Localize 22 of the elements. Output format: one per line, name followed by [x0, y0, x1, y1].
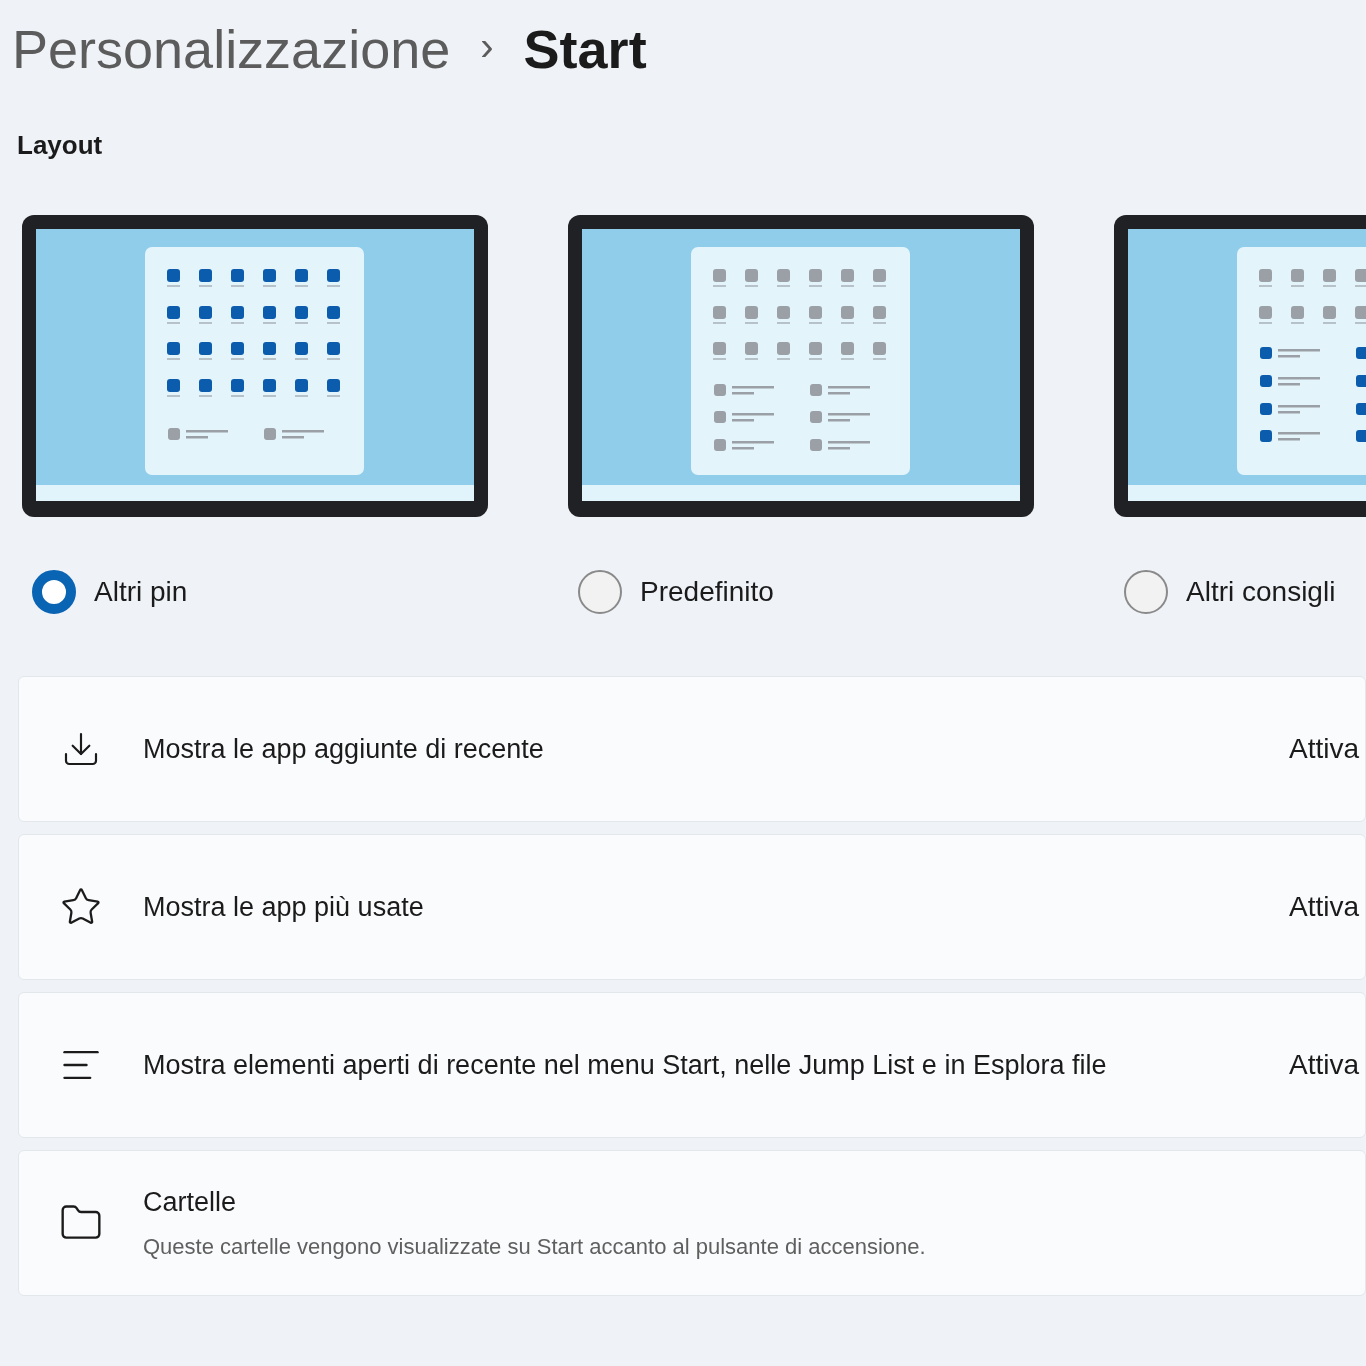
radio-label: Altri pin	[94, 575, 188, 609]
settings-card[interactable]: Cartelle Queste cartelle vengono visualizzate su Start accanto al pulsante di accensione.	[18, 1150, 1366, 1296]
setting-title: Mostra le app aggiunte di recente	[143, 732, 545, 766]
page-title: Start	[523, 17, 647, 81]
radio-button[interactable]	[32, 570, 76, 614]
section-title: Layout	[17, 129, 103, 162]
radio-button[interactable]	[1124, 570, 1168, 614]
setting-status: Attiva	[1288, 732, 1360, 766]
breadcrumb-separator: ›	[480, 23, 494, 70]
setting-title: Mostra le app più usate	[143, 890, 425, 924]
setting-title: Cartelle	[143, 1186, 238, 1219]
settings-card[interactable]: Mostra le app più usate Attiva	[18, 834, 1366, 980]
settings-card[interactable]: Mostra elementi aperti di recente nel menu Start, nelle Jump List e in Esplora file Attiva	[18, 992, 1366, 1138]
setting-description: Queste cartelle vengono visualizzate su Start accanto al pulsante di accensione.	[143, 1233, 927, 1261]
breadcrumb-parent[interactable]: Personalizzazione	[12, 8, 451, 90]
radio-label: Predefinito	[640, 575, 774, 609]
radio-button[interactable]	[578, 570, 622, 614]
setting-status: Attiva	[1288, 890, 1360, 924]
settings-card[interactable]: Mostra le app aggiunte di recente Attiva	[18, 676, 1366, 822]
radio-label: Altri consigli	[1186, 575, 1336, 609]
setting-title: Mostra elementi aperti di recente nel menu Start, nelle Jump List e in Esplora file	[143, 1048, 1108, 1082]
setting-status: Attiva	[1288, 1048, 1360, 1082]
